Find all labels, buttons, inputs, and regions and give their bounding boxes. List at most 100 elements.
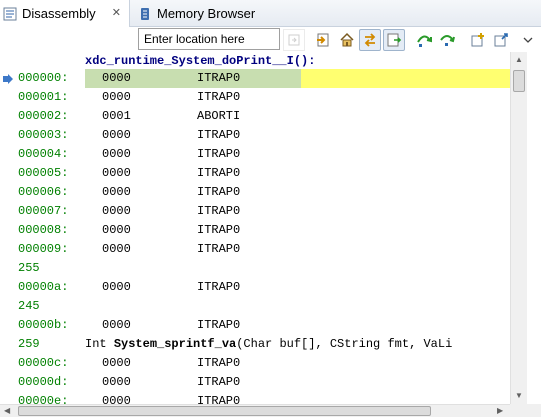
table-row[interactable]: 00000e: 0000 ITRAP0 <box>0 392 510 404</box>
mnemonic: ITRAP0 <box>197 394 241 404</box>
program-counter-arrow-icon <box>3 74 13 84</box>
tab-bar: Disassembly ✕ Memory Browser <box>0 0 541 27</box>
opcode: 0000 <box>102 280 131 294</box>
mnemonic: ITRAP0 <box>197 128 241 142</box>
close-icon[interactable]: ✕ <box>112 7 121 19</box>
show-program-counter-icon[interactable] <box>312 29 334 51</box>
table-row[interactable]: 000005: 0000 ITRAP0 <box>0 164 510 183</box>
address: 00000d: <box>18 375 69 389</box>
table-row[interactable]: 000001: 0000 ITRAP0 <box>0 88 510 107</box>
scroll-left-icon[interactable]: ◀ <box>4 406 10 416</box>
source-line-number: 255 <box>18 261 40 275</box>
vertical-scrollbar[interactable]: ▲ ▼ <box>510 52 527 404</box>
mnemonic: ITRAP0 <box>197 147 241 161</box>
address: 000000: <box>18 71 69 85</box>
refresh-icon[interactable] <box>383 29 405 51</box>
source-line-number: 259 <box>18 337 40 351</box>
disassembly-view[interactable]: xdc_runtime_System_doPrint__I(): 000000:… <box>0 52 510 404</box>
opcode: 0000 <box>102 90 131 104</box>
address: 000005: <box>18 166 69 180</box>
pin-icon[interactable] <box>490 29 512 51</box>
opcode: 0000 <box>102 71 131 85</box>
source-function-name: System_sprintf_va <box>113 337 237 351</box>
address: 000002: <box>18 109 69 123</box>
table-row[interactable]: 000007: 0000 ITRAP0 <box>0 202 510 221</box>
tab-label: Memory Browser <box>157 6 256 21</box>
horizontal-scrollbar[interactable]: ◀ ▶ <box>0 404 510 417</box>
opcode: 0000 <box>102 356 131 370</box>
table-row[interactable]: 000004: 0000 ITRAP0 <box>0 145 510 164</box>
address: 000006: <box>18 185 69 199</box>
table-row[interactable]: 000003: 0000 ITRAP0 <box>0 126 510 145</box>
view-menu-icon[interactable] <box>517 29 539 51</box>
mnemonic: ITRAP0 <box>197 90 241 104</box>
horizontal-scroll-thumb[interactable] <box>18 406 431 416</box>
current-line-highlight <box>301 69 510 88</box>
opcode: 0000 <box>102 185 131 199</box>
table-row[interactable]: 00000b: 0000 ITRAP0 <box>0 316 510 335</box>
opcode: 0000 <box>102 223 131 237</box>
table-row[interactable]: 000009: 0000 ITRAP0 <box>0 240 510 259</box>
mnemonic: ITRAP0 <box>197 242 241 256</box>
mnemonic: ITRAP0 <box>197 280 241 294</box>
address: 000009: <box>18 242 69 256</box>
tab-label: Disassembly <box>22 6 96 21</box>
address: 000001: <box>18 90 69 104</box>
source-line[interactable]: 245 <box>0 297 510 316</box>
address: 00000c: <box>18 356 69 370</box>
source-code: Int System_sprintf_va(Char buf[], CStrin… <box>85 335 452 354</box>
new-view-icon[interactable] <box>467 29 489 51</box>
mnemonic: ITRAP0 <box>197 71 241 85</box>
memory-icon <box>137 6 153 22</box>
source-prefix: Int <box>85 337 114 351</box>
mnemonic: ITRAP0 <box>197 318 241 332</box>
table-row[interactable]: 000006: 0000 ITRAP0 <box>0 183 510 202</box>
scrollbar-corner <box>510 404 541 417</box>
source-line[interactable]: 259 Int System_sprintf_va(Char buf[], CS… <box>0 335 510 354</box>
mnemonic: ITRAP0 <box>197 223 241 237</box>
table-row[interactable]: 00000d: 0000 ITRAP0 <box>0 373 510 392</box>
vertical-scroll-thumb[interactable] <box>513 70 525 92</box>
address: 000007: <box>18 204 69 218</box>
go-to-location-icon[interactable] <box>283 29 305 51</box>
source-line[interactable]: 255 <box>0 259 510 278</box>
source-line-number: 245 <box>18 299 40 313</box>
tab-memory-browser[interactable]: Memory Browser <box>133 0 263 27</box>
step-into-icon[interactable] <box>436 29 458 51</box>
right-margin <box>527 52 541 404</box>
scroll-down-icon[interactable]: ▼ <box>515 391 523 401</box>
address: 00000b: <box>18 318 69 332</box>
step-over-icon[interactable] <box>414 29 436 51</box>
mnemonic: ABORTI <box>197 109 241 123</box>
mnemonic: ITRAP0 <box>197 166 241 180</box>
scroll-right-icon[interactable]: ▶ <box>497 406 503 416</box>
opcode: 0001 <box>102 109 131 123</box>
toolbar <box>0 27 541 52</box>
home-icon[interactable] <box>336 29 358 51</box>
opcode: 0000 <box>102 375 131 389</box>
address: 00000a: <box>18 280 69 294</box>
table-row[interactable]: 00000c: 0000 ITRAP0 <box>0 354 510 373</box>
table-row[interactable]: 000002: 0001 ABORTI <box>0 107 510 126</box>
table-row[interactable]: 000000: 0000 ITRAP0 <box>0 69 510 88</box>
location-input[interactable] <box>138 28 280 50</box>
scroll-up-icon[interactable]: ▲ <box>515 55 523 65</box>
address: 000008: <box>18 223 69 237</box>
mnemonic: ITRAP0 <box>197 185 241 199</box>
source-args: (Char buf[], CString fmt, VaLi <box>236 337 453 351</box>
opcode: 0000 <box>102 166 131 180</box>
mnemonic: ITRAP0 <box>197 204 241 218</box>
opcode: 0000 <box>102 318 131 332</box>
disassembly-icon <box>2 6 18 22</box>
mnemonic: ITRAP0 <box>197 375 241 389</box>
table-row[interactable]: 000008: 0000 ITRAP0 <box>0 221 510 240</box>
opcode: 0000 <box>102 147 131 161</box>
address: 000003: <box>18 128 69 142</box>
opcode: 0000 <box>102 128 131 142</box>
link-with-debug-context-icon[interactable] <box>359 29 381 51</box>
mnemonic: ITRAP0 <box>197 356 241 370</box>
tab-disassembly[interactable]: Disassembly ✕ <box>0 0 130 27</box>
opcode: 0000 <box>102 204 131 218</box>
address: 000004: <box>18 147 69 161</box>
table-row[interactable]: 00000a: 0000 ITRAP0 <box>0 278 510 297</box>
